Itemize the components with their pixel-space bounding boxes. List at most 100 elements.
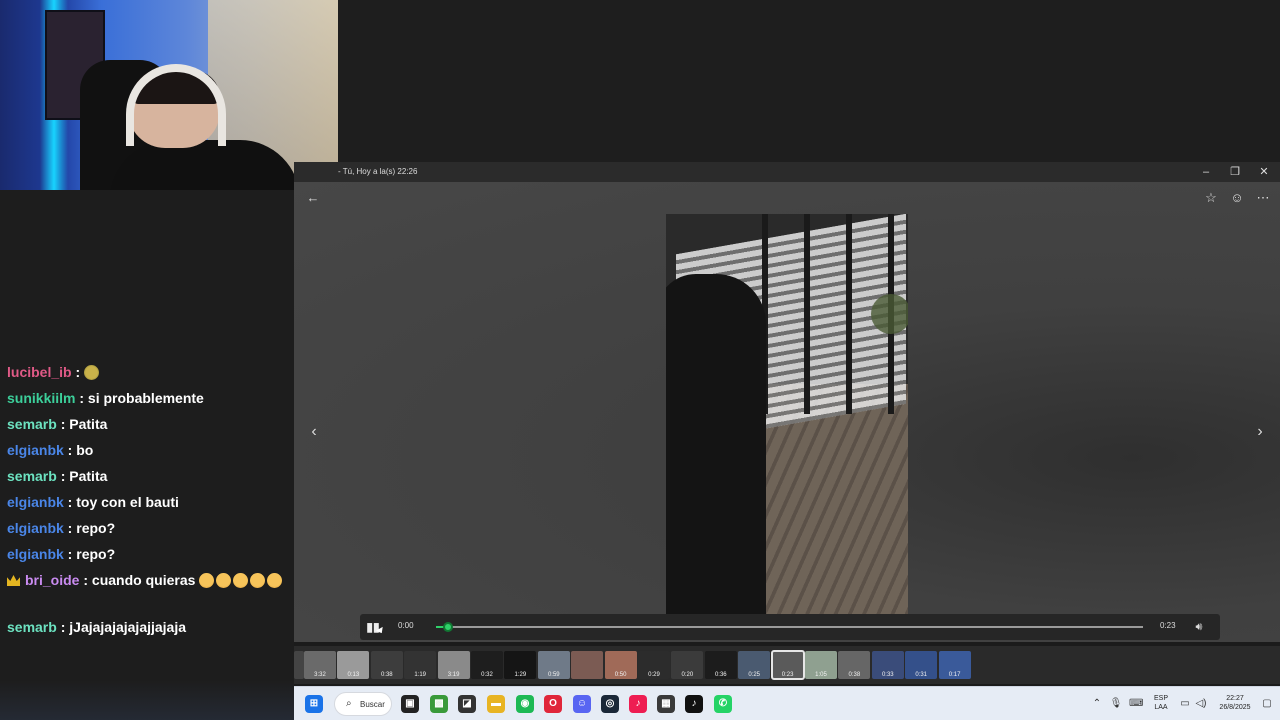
search-icon: ⌕ xyxy=(346,698,352,709)
media-thumbnail[interactable]: 0:38 xyxy=(370,651,403,679)
media-thumbnail[interactable]: 0:38 xyxy=(838,651,871,679)
thumbnail-duration: 0:23 xyxy=(781,672,794,678)
chat-username[interactable]: elgianbk xyxy=(7,494,64,510)
seek-bar[interactable] xyxy=(436,626,1143,628)
language-indicator[interactable]: ESP LAA xyxy=(1150,694,1172,712)
restore-icon[interactable]: ❐ xyxy=(1221,164,1249,180)
media-thumbnail[interactable]: 0:33 xyxy=(871,651,904,679)
chat-message: elgianbk : repo? xyxy=(7,518,287,539)
minecraft-icon[interactable]: ▩ xyxy=(430,695,448,713)
media-thumbnail[interactable] xyxy=(571,651,604,679)
thumbnail-duration: 1:29 xyxy=(514,672,527,678)
chat-separator: : xyxy=(56,416,70,432)
chat-message: semarb : Patita xyxy=(7,414,287,435)
discord-icon[interactable]: ☺ xyxy=(573,695,591,713)
chat-text: repo? xyxy=(76,520,116,536)
opera-icon[interactable]: O xyxy=(544,695,562,713)
chat-text: repo? xyxy=(76,546,116,562)
crown-badge-icon xyxy=(7,575,20,586)
chat-message: elgianbk : toy con el bauti xyxy=(7,492,287,513)
spotify-icon[interactable]: ◉ xyxy=(516,695,534,713)
chat-username[interactable]: semarb xyxy=(7,468,57,484)
media-thumbnail[interactable]: 1:05 xyxy=(805,651,837,679)
chat-username[interactable]: semarb xyxy=(7,416,57,432)
media-thumbnail[interactable]: 0:36 xyxy=(704,651,737,679)
thumbnail-duration: 1:05 xyxy=(815,672,827,678)
chevron-left-icon[interactable]: ‹ xyxy=(304,422,324,442)
keyboard-icon[interactable]: ⌨ xyxy=(1129,697,1143,711)
media-thumbnail[interactable]: 0:29 xyxy=(638,651,670,679)
more-icon[interactable]: ⋯ xyxy=(1254,190,1272,206)
notes-icon[interactable]: ◪ xyxy=(458,695,476,713)
media-thumbnail[interactable]: 0:20 xyxy=(671,651,704,679)
thumbnail-duration: 1:19 xyxy=(414,672,427,678)
media-thumbnail[interactable]: 0:59 xyxy=(537,651,570,679)
emoji-icon[interactable]: ☺ xyxy=(1228,190,1246,206)
seek-thumb[interactable] xyxy=(443,622,454,632)
duration: 0:23 xyxy=(1160,621,1176,630)
window-title: - Tú, Hoy a la(s) 22:26 xyxy=(338,167,418,176)
chat-username[interactable]: elgianbk xyxy=(7,546,64,562)
chat-text: cuando quieras xyxy=(91,572,200,588)
video-frame[interactable] xyxy=(666,214,908,614)
webcam-overlay xyxy=(0,0,338,190)
media-thumbnail[interactable]: 0:50 xyxy=(604,651,637,679)
chat-username[interactable]: bri_oide xyxy=(25,572,79,588)
media-thumbnail[interactable]: 3:32 xyxy=(304,651,336,679)
language-top: ESP xyxy=(1153,695,1168,702)
chat-username[interactable]: lucibel_ib xyxy=(7,364,72,380)
clock-time: 22:27 xyxy=(1226,695,1244,702)
thumbnail-duration: 0:20 xyxy=(681,672,694,678)
chat-username[interactable]: elgianbk xyxy=(7,520,64,536)
clock[interactable]: 22:27 26/8/2025 xyxy=(1212,694,1258,712)
obs-icon[interactable]: ▦ xyxy=(657,695,675,713)
chat-separator: : xyxy=(63,546,77,562)
title-bar: - Tú, Hoy a la(s) 22:26 – ❐ ✕ xyxy=(294,162,1280,182)
thumbnail-duration: 0:32 xyxy=(481,672,493,678)
media-thumbnail[interactable]: 0:25 xyxy=(738,651,771,679)
media-thumbnail[interactable]: 0:23 xyxy=(770,650,805,680)
media-thumbnail[interactable]: 0:32 xyxy=(471,651,503,679)
thumbnail-duration: 0:13 xyxy=(347,672,360,678)
windows-taskbar: ⌕ Buscar ⌃ 🎙︎ ⌨ ESP LAA ▭ ◁) 22:27 26/8/… xyxy=(294,686,1280,720)
chevron-right-icon[interactable]: › xyxy=(1250,422,1270,442)
chat-message: elgianbk : repo? xyxy=(7,544,287,565)
chat-username[interactable]: elgianbk xyxy=(7,442,64,458)
steam-icon[interactable]: ◎ xyxy=(601,695,619,713)
chat-username[interactable]: sunikkiilm xyxy=(7,390,75,406)
whatsapp-icon[interactable]: ✆ xyxy=(714,695,732,713)
chevron-up-icon[interactable]: ⌃ xyxy=(1090,697,1104,711)
thumbnail-duration: 3:19 xyxy=(447,672,460,678)
thumbnail-duration: 0:38 xyxy=(848,672,861,678)
microphone-icon[interactable]: 🎙︎ xyxy=(1109,697,1123,711)
media-thumbnail[interactable]: 0:17 xyxy=(938,651,971,679)
speaker-icon[interactable]: ◁) xyxy=(1194,697,1208,711)
tiktok-icon[interactable]: ♪ xyxy=(685,695,703,713)
stream-chat: lucibel_ib : sunikkiilm : si probablemen… xyxy=(0,190,294,720)
thumbnail-duration: 0:25 xyxy=(748,672,761,678)
notification-icon[interactable]: ▢ xyxy=(1260,697,1274,711)
thumbnail-duration: 0:38 xyxy=(380,672,393,678)
media-thumbnail[interactable]: 1:29 xyxy=(504,651,537,679)
current-time: 0:00 xyxy=(398,621,414,630)
media-thumbnail[interactable]: 0:13 xyxy=(337,651,370,679)
minimize-icon[interactable]: – xyxy=(1192,164,1220,180)
tiktok-studio-icon[interactable]: ♪ xyxy=(629,695,647,713)
media-thumbnail[interactable]: 1:19 xyxy=(404,651,437,679)
thumbnail-duration: 0:29 xyxy=(648,672,660,678)
media-thumbnail[interactable]: 0:31 xyxy=(905,651,938,679)
star-icon[interactable]: ☆ xyxy=(1202,190,1220,206)
windows-start-icon[interactable]: ⊞ xyxy=(305,695,323,713)
media-thumbnail[interactable] xyxy=(294,651,304,679)
language-bottom: LAA xyxy=(1154,704,1168,711)
volume-icon[interactable]: 🔊︎ xyxy=(1190,619,1208,635)
chat-username[interactable]: semarb xyxy=(7,619,57,635)
taskbar-search[interactable]: ⌕ Buscar xyxy=(334,692,392,716)
close-icon[interactable]: ✕ xyxy=(1250,164,1278,180)
media-thumbnail[interactable]: 3:19 xyxy=(437,651,470,679)
video-person xyxy=(666,274,766,614)
network-icon[interactable]: ▭ xyxy=(1178,697,1192,711)
task-view-icon[interactable]: ▣ xyxy=(401,695,419,713)
back-arrow-icon[interactable]: ← xyxy=(304,190,322,206)
file-explorer-icon[interactable]: ▬ xyxy=(487,695,505,713)
